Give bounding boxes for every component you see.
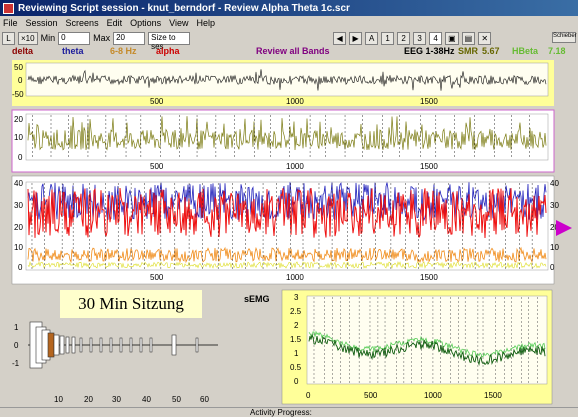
hist-box (47, 332, 55, 358)
p1-xtick: 1000 (286, 97, 304, 106)
hist-box (149, 337, 153, 353)
status-bar: Activity Progress: (0, 407, 578, 417)
p3-ytick-right: 40 (550, 179, 559, 188)
p3-xtick: 500 (150, 273, 164, 282)
arrow-right-icon[interactable] (556, 220, 572, 236)
p3-ytick-right: 0 (550, 263, 555, 272)
p3-ytick-right: 10 (550, 243, 559, 252)
hist-box (59, 335, 65, 355)
semg-ytick: 2.5 (290, 307, 302, 316)
hist-box (195, 337, 199, 353)
hist-box (53, 334, 60, 356)
semg-ytick: 0 (294, 377, 299, 386)
activity-progress-label: Activity Progress: (250, 408, 312, 417)
p2-ytick: 20 (14, 115, 23, 124)
hist-box (99, 337, 103, 353)
p1-xtick: 1500 (420, 97, 438, 106)
p3-ytick: 0 (18, 263, 23, 272)
charts-svg: 50 0 -50 500 1000 1500 20 10 0 500 1000 … (11, 60, 559, 405)
semg-ytick: 2 (294, 321, 299, 330)
semg-xtick: 1500 (484, 391, 502, 400)
hist-box (65, 336, 70, 354)
p3-ytick: 10 (14, 243, 23, 252)
semg-xtick: 1000 (424, 391, 442, 400)
hist-box (71, 336, 76, 354)
hist-xtick: 10 (54, 395, 63, 404)
p3-xtick: 1500 (420, 273, 438, 282)
hist-box (119, 337, 123, 353)
semg-ytick: 3 (294, 293, 299, 302)
p3-xtick: 1000 (286, 273, 304, 282)
p1-ytick: 50 (14, 63, 23, 72)
hist-xtick: 50 (172, 395, 181, 404)
hist-xtick: 60 (200, 395, 209, 404)
hist-ytick: 1 (14, 323, 19, 332)
hist-box (171, 334, 177, 356)
semg-label: sEMG (244, 294, 270, 304)
hist-box (129, 337, 133, 353)
histogram-plot (28, 321, 218, 369)
p2-xtick: 1500 (420, 162, 438, 171)
semg-ytick: 1.5 (290, 335, 302, 344)
hist-xtick: 20 (84, 395, 93, 404)
p3-ytick-right: 30 (550, 201, 559, 210)
hist-ytick: -1 (12, 359, 20, 368)
semg-ytick: 1 (294, 349, 299, 358)
semg-plot (306, 295, 548, 385)
hist-xtick: 40 (142, 395, 151, 404)
p2-ytick: 0 (18, 153, 23, 162)
p3-ytick: 30 (14, 201, 23, 210)
semg-ytick: 0.5 (290, 363, 302, 372)
hist-xtick: 30 (112, 395, 121, 404)
hist-box (139, 337, 143, 353)
p2-xtick: 500 (150, 162, 164, 171)
hist-box (89, 337, 93, 353)
hist-box (109, 337, 113, 353)
p3-ytick: 40 (14, 179, 23, 188)
p3-ytick: 20 (14, 223, 23, 232)
p1-ytick: 0 (18, 76, 23, 85)
p1-ytick: -50 (12, 90, 24, 99)
hist-ytick: 0 (14, 341, 19, 350)
semg-xtick: 0 (306, 391, 311, 400)
p1-xtick: 500 (150, 97, 164, 106)
semg-xtick: 500 (364, 391, 378, 400)
hist-box (79, 337, 83, 353)
p2-xtick: 1000 (286, 162, 304, 171)
session-length-label: 30 Min Sitzung (60, 290, 202, 318)
p2-ytick: 10 (14, 133, 23, 142)
